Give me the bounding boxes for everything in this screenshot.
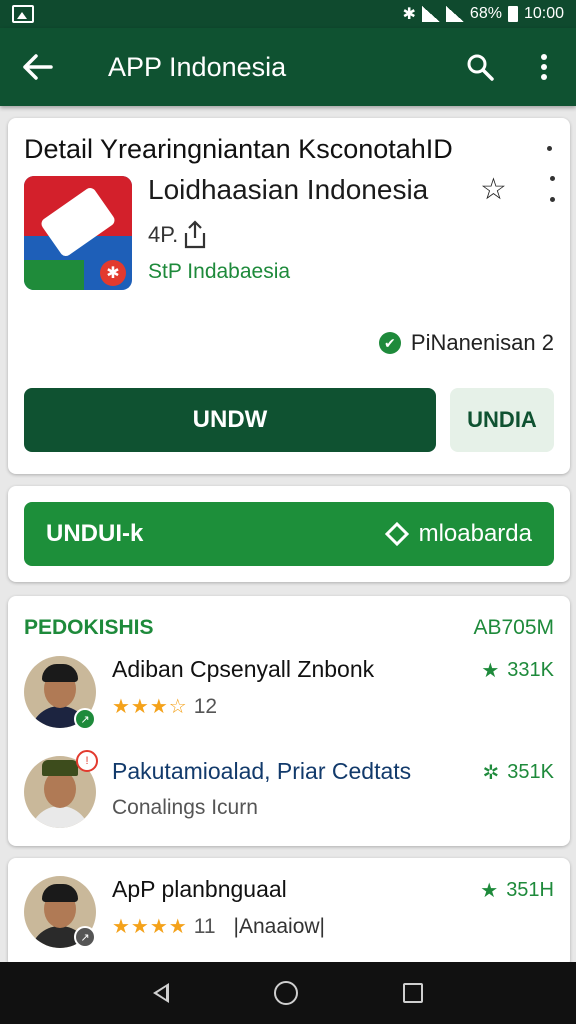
item-stat-value: 351K [507, 761, 554, 783]
search-button[interactable] [448, 28, 512, 106]
item-stat-value: 351H [506, 879, 554, 901]
download-button[interactable]: UNDUI-k mloabarda [24, 502, 554, 566]
nav-recents-icon[interactable] [403, 983, 424, 1003]
more-vert-icon [541, 54, 547, 80]
item-name: Pakutamioalad, Priar Cedtats [112, 758, 412, 784]
back-button[interactable] [0, 28, 76, 106]
diamond-icon [384, 522, 409, 546]
arrow-back-icon [23, 54, 53, 80]
notification-badge-icon: ! [76, 750, 98, 772]
verified-label: PiNanenisan 2 [410, 330, 554, 355]
download-right: mloabarda [384, 520, 532, 548]
list-item[interactable]: ! Pakutamioalad, Priar Cedtats Conalings… [8, 746, 570, 842]
overflow-menu-button[interactable] [512, 28, 576, 106]
list-card: ↗ ApP planbnguaal ★★★★ 11 |Anaaiow| ★ 35… [8, 858, 570, 968]
app-size: 4P. [148, 220, 208, 250]
item-stat: ★ 351H [480, 878, 554, 903]
download-card: UNDUI-k mloabarda [8, 486, 570, 582]
dot-indicator [547, 146, 552, 151]
rating-count: 11 [193, 914, 216, 938]
star-icon: ★ [480, 880, 499, 902]
app-icon: ✱ [24, 176, 132, 290]
rating-stars: ★★★☆ [112, 696, 188, 718]
section-count: AB705M [473, 616, 554, 639]
status-bar: ✱ 68% 10:00 [0, 0, 576, 28]
gallery-icon [12, 5, 34, 23]
app-icon-badge: ✱ [100, 260, 126, 286]
app-detail-card: Detail Yrearingniantan KsconotahID ✱ Loi… [8, 118, 570, 474]
item-tag: |Anaaiow| [233, 914, 325, 938]
section-title: PEDOKISHIS [24, 616, 154, 639]
battery-percent: 68% [469, 5, 502, 22]
check-circle-icon: ✔ [378, 332, 401, 354]
detail-headline: Detail Yrearingniantan KsconotahID [24, 134, 453, 164]
rating-stars: ★★★★ [112, 916, 188, 938]
app-size-label: 4P. [148, 222, 179, 247]
item-subtitle: Conalings Icurn [112, 796, 258, 819]
rating-count: 12 [193, 694, 218, 718]
gear-icon: ✲ [482, 762, 500, 784]
download-button-label: UNDUI-k [46, 520, 144, 547]
signal-icon [421, 6, 440, 22]
app-bar-title: APP Indonesia [108, 51, 287, 82]
favorite-star-icon[interactable]: ☆ [480, 172, 507, 207]
verified-row: ✔ PiNanenisan 2 [378, 330, 554, 356]
item-rating: ★★★★ 11 |Anaaiow| [112, 914, 325, 939]
recommendations-card: PEDOKISHIS AB705M ↗ Adiban Cpsenyall Znb… [8, 596, 570, 846]
signal-icon-2 [445, 6, 464, 22]
item-rating: ★★★☆ 12 [112, 694, 217, 719]
share-icon[interactable] [182, 220, 208, 250]
install-button[interactable]: UNDW [24, 388, 436, 452]
bluetooth-icon: ✱ [402, 6, 416, 23]
status-indicators: ✱ 68% 10:00 [403, 4, 564, 24]
app-bar: APP Indonesia [0, 28, 576, 106]
item-stat-value: 331K [507, 659, 554, 681]
item-stat: ✲ 351K [483, 760, 554, 785]
app-name: Loidhaasian Indonesia [148, 174, 429, 205]
clock: 10:00 [523, 5, 564, 22]
navigation-bar [0, 962, 576, 1024]
download-right-label: mloabarda [418, 520, 532, 547]
link-badge-icon: ↗ [74, 926, 96, 948]
nav-back-icon[interactable] [152, 983, 169, 1003]
edit-badge-icon: ↗ [74, 708, 96, 730]
search-icon [467, 54, 494, 81]
publisher-name[interactable]: StP Indabaesia [148, 260, 290, 284]
item-name: ApP planbnguaal [112, 876, 287, 902]
secondary-install-button[interactable]: UNDIA [450, 388, 554, 452]
star-icon: ★ [481, 660, 500, 682]
list-item[interactable]: ↗ Adiban Cpsenyall Znbonk ★★★☆ 12 ★ 331K [8, 650, 570, 746]
card-more-button[interactable] [550, 176, 556, 202]
list-item[interactable]: ↗ ApP planbnguaal ★★★★ 11 |Anaaiow| ★ 35… [8, 870, 570, 966]
item-stat: ★ 331K [481, 658, 554, 683]
battery-icon [507, 6, 518, 22]
item-name: Adiban Cpsenyall Znbonk [112, 656, 375, 682]
nav-home-icon[interactable] [273, 981, 298, 1005]
